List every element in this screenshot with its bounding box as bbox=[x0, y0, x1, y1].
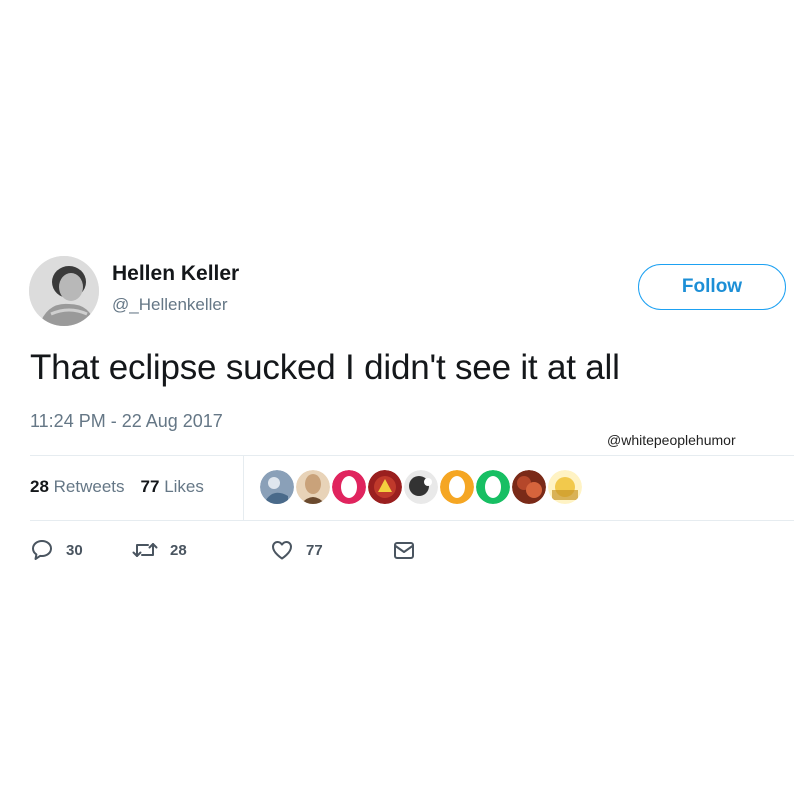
like-count: 77 bbox=[306, 541, 323, 559]
liker-avatar-2[interactable] bbox=[296, 470, 330, 504]
liker-avatar-5[interactable] bbox=[404, 470, 438, 504]
author-avatar[interactable] bbox=[29, 256, 99, 326]
like-button[interactable]: 77 bbox=[270, 538, 323, 562]
liker-avatar-7[interactable] bbox=[476, 470, 510, 504]
reply-count: 30 bbox=[66, 541, 83, 559]
stats-vertical-divider bbox=[243, 456, 244, 520]
retweets-stat[interactable]: 28 Retweets bbox=[30, 477, 125, 497]
liker-avatar-3[interactable] bbox=[332, 470, 366, 504]
reply-icon bbox=[32, 540, 52, 560]
retweet-icon bbox=[132, 543, 158, 557]
tweet-timestamp[interactable]: 11:24 PM - 22 Aug 2017 bbox=[30, 411, 223, 432]
likers-avatar-list bbox=[260, 470, 582, 504]
heart-icon bbox=[272, 541, 292, 560]
likes-label: Likes bbox=[164, 477, 204, 496]
liker-avatar-4[interactable] bbox=[368, 470, 402, 504]
likes-stat[interactable]: 77 Likes bbox=[141, 477, 204, 497]
likes-count: 77 bbox=[140, 477, 160, 496]
liker-avatar-1[interactable] bbox=[260, 470, 294, 504]
watermark: @whitepeoplehumor bbox=[607, 432, 736, 448]
portrait-avatar-icon bbox=[29, 256, 99, 326]
liker-avatar-6[interactable] bbox=[440, 470, 474, 504]
tweet-text: That eclipse sucked I didn't see it at a… bbox=[30, 348, 620, 387]
retweet-count: 28 bbox=[170, 541, 187, 559]
author-display-name[interactable]: Hellen Keller bbox=[112, 262, 239, 286]
author-handle[interactable]: @_Hellenkeller bbox=[112, 295, 228, 315]
stats-divider-top bbox=[30, 455, 794, 456]
direct-message-button[interactable] bbox=[392, 538, 416, 562]
tweet-card: Hellen Keller @_Hellenkeller Follow That… bbox=[0, 0, 794, 794]
reply-button[interactable]: 30 bbox=[30, 538, 83, 562]
liker-avatar-8[interactable] bbox=[512, 470, 546, 504]
retweets-count: 28 bbox=[30, 477, 49, 496]
retweet-button[interactable]: 28 bbox=[132, 538, 187, 562]
envelope-icon bbox=[394, 542, 414, 559]
retweets-label: Retweets bbox=[53, 477, 125, 496]
tweet-stats: 28 Retweets 77 Likes bbox=[30, 477, 204, 497]
actions-divider bbox=[30, 520, 794, 521]
liker-avatar-9[interactable] bbox=[548, 470, 582, 504]
follow-button[interactable]: Follow bbox=[638, 264, 786, 310]
